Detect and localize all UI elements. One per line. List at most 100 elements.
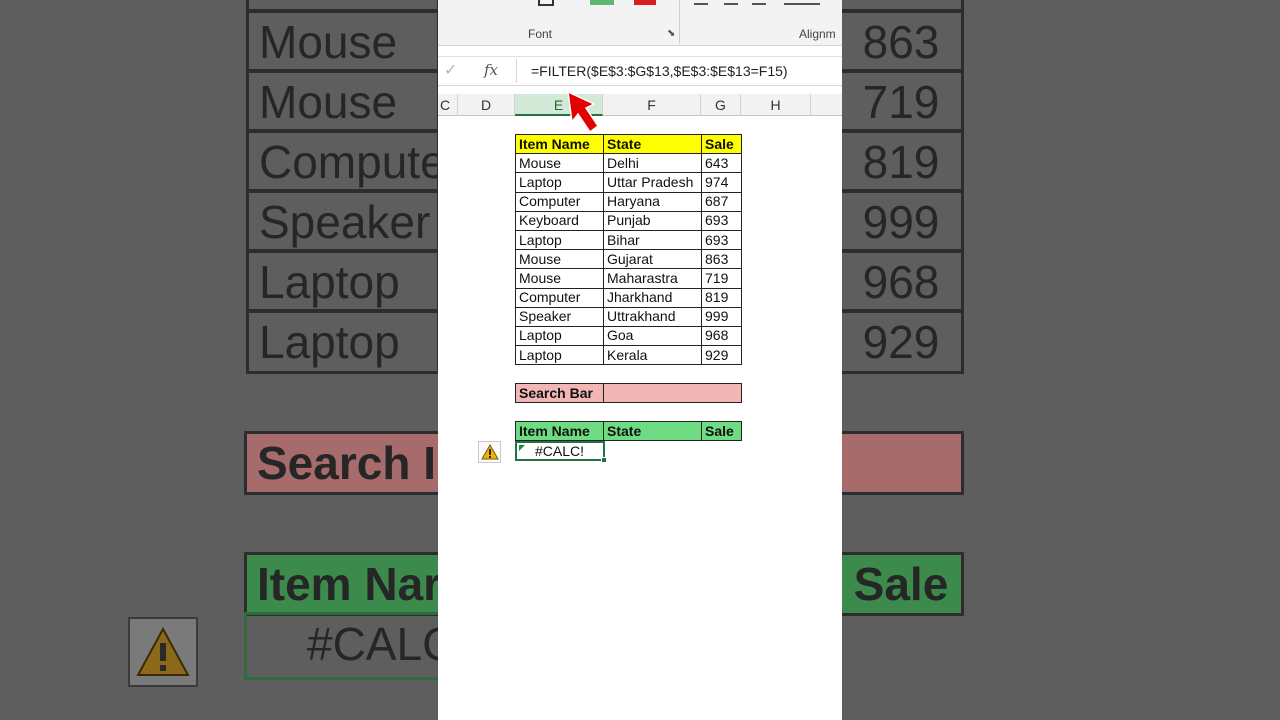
font-group-label: Font <box>528 27 553 41</box>
header-state[interactable]: State <box>603 133 702 155</box>
table-row: Computer Haryana 687 <box>515 191 742 212</box>
column-header-g[interactable]: G <box>701 94 741 116</box>
cell-sale[interactable]: 693 <box>701 210 742 231</box>
font-color-icon[interactable] <box>634 0 656 5</box>
cell-state[interactable]: Bihar <box>603 229 702 251</box>
bg-cell: 999 <box>838 190 964 252</box>
bg-cell: 719 <box>838 70 964 132</box>
cell-item[interactable]: Speaker <box>515 306 604 327</box>
cell-state[interactable]: Goa <box>603 325 702 347</box>
font-dialog-launcher-icon[interactable]: ⬊ <box>667 28 675 39</box>
cell-item[interactable]: Mouse <box>515 249 604 270</box>
table-row: Speaker Uttrakhand 999 <box>515 306 742 327</box>
cell-state[interactable]: Punjab <box>603 210 702 231</box>
cell-item[interactable]: Keyboard <box>515 210 604 231</box>
cell-item[interactable]: Laptop <box>515 229 604 251</box>
bg-cell: Laptop <box>246 250 440 312</box>
cell-state[interactable]: Jharkhand <box>603 287 702 308</box>
align-middle-icon[interactable] <box>724 3 738 5</box>
bg-warning-icon <box>128 617 198 687</box>
table-row: Laptop Bihar 693 <box>515 229 742 251</box>
insert-function-icon[interactable]: fx <box>484 61 498 79</box>
cell-sale[interactable]: 687 <box>701 191 742 212</box>
column-header-d[interactable]: D <box>458 94 515 116</box>
error-warning-button[interactable] <box>478 441 501 463</box>
search-bar-input[interactable] <box>603 382 742 404</box>
align-bottom-icon[interactable] <box>752 3 766 5</box>
bg-sale-header: Sale <box>838 552 964 616</box>
bg-search-label: Search I <box>244 431 444 495</box>
bg-error-cell: #CALC <box>244 612 444 680</box>
cell-item[interactable]: Laptop <box>515 325 604 347</box>
cell-sale[interactable]: 974 <box>701 172 742 193</box>
result-table: Item Name State Sale <box>515 420 742 442</box>
ribbon: Font ⬊ Alignm <box>438 0 842 46</box>
bg-cell: Mouse <box>246 10 440 72</box>
calc-error-value: #CALC! <box>535 443 585 459</box>
cell-sale[interactable]: 929 <box>701 345 742 366</box>
ribbon-separator <box>679 0 680 44</box>
cell-sale[interactable]: 693 <box>701 229 742 251</box>
table-row: Laptop Kerala 929 <box>515 345 742 366</box>
source-table: Item Name State Sale Mouse Delhi 643 Lapto… <box>515 133 742 366</box>
header-item-name[interactable]: Item Name <box>515 133 604 155</box>
cell-sale[interactable]: 968 <box>701 325 742 347</box>
table-row: Mouse Gujarat 863 <box>515 249 742 270</box>
table-header-row: Item Name State Sale <box>515 133 742 155</box>
search-bar-label: Search Bar <box>515 382 604 404</box>
table-row: Mouse Maharastra 719 <box>515 268 742 289</box>
borders-icon[interactable] <box>538 0 554 6</box>
orientation-icon[interactable] <box>784 3 820 5</box>
align-top-icon[interactable] <box>694 3 708 5</box>
cell-item[interactable]: Laptop <box>515 172 604 193</box>
cell-sale[interactable]: 719 <box>701 268 742 289</box>
table-row: Laptop Uttar Pradesh 974 <box>515 172 742 193</box>
search-table: Search Bar <box>515 382 742 404</box>
error-indicator-icon <box>519 445 525 451</box>
cell-state[interactable]: Uttrakhand <box>603 306 702 327</box>
header-sale[interactable]: Sale <box>701 133 742 155</box>
column-headers: C D E F G H <box>438 94 842 116</box>
formula-bar: ✓ fx =FILTER($E$3:$G$13,$E$3:$E$13=F15) <box>438 56 842 86</box>
cell-state[interactable]: Gujarat <box>603 249 702 270</box>
bg-cell: Laptop <box>246 310 440 374</box>
table-row: Keyboard Punjab 693 <box>515 210 742 231</box>
column-header-f[interactable]: F <box>603 94 701 116</box>
selected-cell-e15[interactable]: #CALC! <box>515 441 607 463</box>
bg-cell: Mouse <box>246 70 440 132</box>
result-header-item-name[interactable]: Item Name <box>515 420 604 442</box>
cell-state[interactable]: Delhi <box>603 153 702 174</box>
result-header-sale[interactable]: Sale <box>701 420 742 442</box>
bg-item-header: Item Nar <box>244 552 444 616</box>
cell-item[interactable]: Computer <box>515 191 604 212</box>
cell-item[interactable]: Laptop <box>515 345 604 366</box>
cell-item[interactable]: Mouse <box>515 153 604 174</box>
result-header-state[interactable]: State <box>603 420 702 442</box>
table-row: Laptop Goa 968 <box>515 325 742 347</box>
cell-item[interactable]: Mouse <box>515 268 604 289</box>
bg-cell: 968 <box>838 250 964 312</box>
cell-sale[interactable]: 863 <box>701 249 742 270</box>
search-row: Search Bar <box>515 382 742 404</box>
red-arrow-icon <box>567 90 600 134</box>
alignment-group-label: Alignm <box>799 27 836 41</box>
formula-input[interactable]: =FILTER($E$3:$G$13,$E$3:$E$13=F15) <box>516 59 836 83</box>
fill-handle[interactable] <box>601 457 607 463</box>
cell-sale[interactable]: 819 <box>701 287 742 308</box>
fill-color-icon[interactable] <box>590 0 614 5</box>
table-row: Mouse Delhi 643 <box>515 153 742 174</box>
cell-state[interactable]: Kerala <box>603 345 702 366</box>
column-header-h[interactable]: H <box>741 94 811 116</box>
cell-sale[interactable]: 999 <box>701 306 742 327</box>
bg-cell: 929 <box>838 310 964 374</box>
cell-state[interactable]: Uttar Pradesh <box>603 172 702 193</box>
enter-check-icon[interactable]: ✓ <box>444 60 457 80</box>
cell-state[interactable]: Haryana <box>603 191 702 212</box>
bg-cell: 819 <box>838 130 964 192</box>
cell-sale[interactable]: 643 <box>701 153 742 174</box>
bg-cell: 863 <box>838 10 964 72</box>
cell-state[interactable]: Maharastra <box>603 268 702 289</box>
column-header-c[interactable]: C <box>438 94 458 116</box>
table-row: Computer Jharkhand 819 <box>515 287 742 308</box>
cell-item[interactable]: Computer <box>515 287 604 308</box>
